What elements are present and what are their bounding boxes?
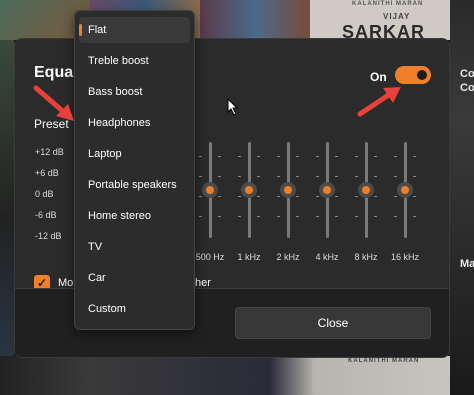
slider-tick [277, 176, 280, 177]
slider-tick [218, 216, 221, 217]
slider-tick [374, 196, 377, 197]
band-frequency-label: 1 kHz [237, 252, 261, 262]
slider-tick [355, 196, 358, 197]
slider-tick [218, 156, 221, 157]
preset-item-bass-boost[interactable]: Bass boost [79, 79, 190, 105]
slider-tick [374, 216, 377, 217]
close-button[interactable]: Close [235, 307, 431, 339]
db-label: -6 dB [35, 210, 57, 220]
preset-item-headphones[interactable]: Headphones [79, 110, 190, 136]
slider-tick [277, 156, 280, 157]
slider-tick [394, 176, 397, 177]
slider-tick [199, 176, 202, 177]
preset-item-home-stereo[interactable]: Home stereo [79, 203, 190, 229]
slider-tick [218, 196, 221, 197]
preset-item-custom[interactable]: Custom [79, 296, 190, 322]
slider-tick [316, 156, 319, 157]
poster-credit: KALANITHI MARAN [348, 358, 420, 364]
poster-credit: VIJAY [383, 12, 411, 21]
band-frequency-label: 8 kHz [354, 252, 378, 262]
slider-tick [335, 196, 338, 197]
poster-thumbnail [200, 0, 310, 40]
slider-tick [257, 216, 260, 217]
band-slider[interactable] [234, 142, 264, 238]
preset-item-flat[interactable]: Flat [79, 17, 190, 43]
mouse-pointer-icon [227, 98, 239, 116]
slider-tick [374, 156, 377, 157]
slider-thumb[interactable] [241, 182, 257, 198]
dialog-title: Equal [34, 64, 78, 81]
slider-tick [316, 216, 319, 217]
slider-tick [296, 176, 299, 177]
slider-tick [413, 216, 416, 217]
slider-tick [355, 176, 358, 177]
preset-menu: Flat Treble boost Bass boost Headphones … [74, 10, 195, 330]
slider-tick [413, 176, 416, 177]
slider-tick [218, 176, 221, 177]
slider-tick [296, 196, 299, 197]
db-label: +12 dB [35, 147, 64, 157]
db-label: 0 dB [35, 189, 54, 199]
slider-thumb[interactable] [319, 182, 335, 198]
slider-tick [355, 156, 358, 157]
toggle-knob [417, 70, 427, 80]
left-edge-strip [0, 40, 14, 395]
band-slider[interactable] [273, 142, 303, 238]
slider-thumb[interactable] [397, 182, 413, 198]
side-text: Co [460, 82, 474, 94]
slider-thumb[interactable] [280, 182, 296, 198]
side-text: Ma [460, 258, 474, 270]
preset-item-laptop[interactable]: Laptop [79, 141, 190, 167]
preset-item-portable-speakers[interactable]: Portable speakers [79, 172, 190, 198]
slider-tick [413, 196, 416, 197]
slider-tick [238, 176, 241, 177]
slider-tick [199, 156, 202, 157]
slider-tick [374, 176, 377, 177]
slider-tick [199, 196, 202, 197]
slider-tick [277, 216, 280, 217]
slider-tick [238, 196, 241, 197]
slider-tick [335, 216, 338, 217]
slider-tick [394, 196, 397, 197]
slider-tick [316, 176, 319, 177]
band-slider[interactable] [390, 142, 420, 238]
band-frequency-label: 2 kHz [276, 252, 300, 262]
side-text: Co [460, 68, 474, 80]
right-edge-strip [450, 0, 474, 395]
slider-tick [413, 156, 416, 157]
slider-thumb[interactable] [202, 182, 218, 198]
slider-tick [355, 216, 358, 217]
annotation-arrow [357, 87, 401, 117]
preset-item-car[interactable]: Car [79, 265, 190, 291]
annotation-arrow [33, 85, 74, 121]
slider-tick [394, 156, 397, 157]
preset-item-tv[interactable]: TV [79, 234, 190, 260]
band-slider[interactable] [351, 142, 381, 238]
db-label: +6 dB [35, 168, 59, 178]
slider-tick [277, 196, 280, 197]
slider-tick [257, 156, 260, 157]
slider-tick [199, 216, 202, 217]
band-slider[interactable] [195, 142, 225, 238]
slider-tick [257, 176, 260, 177]
slider-tick [257, 196, 260, 197]
slider-tick [335, 156, 338, 157]
slider-tick [238, 216, 241, 217]
slider-thumb[interactable] [358, 182, 374, 198]
slider-tick [296, 156, 299, 157]
poster-credit: KALANITHI MARAN [352, 1, 424, 7]
slider-tick [238, 156, 241, 157]
db-label: -12 dB [35, 231, 62, 241]
preset-item-treble-boost[interactable]: Treble boost [79, 48, 190, 74]
slider-tick [316, 196, 319, 197]
slider-tick [394, 216, 397, 217]
band-slider[interactable] [312, 142, 342, 238]
slider-tick [335, 176, 338, 177]
band-frequency-label: 16 kHz [390, 252, 419, 262]
band-frequency-label: 4 kHz [315, 252, 339, 262]
slider-tick [296, 216, 299, 217]
